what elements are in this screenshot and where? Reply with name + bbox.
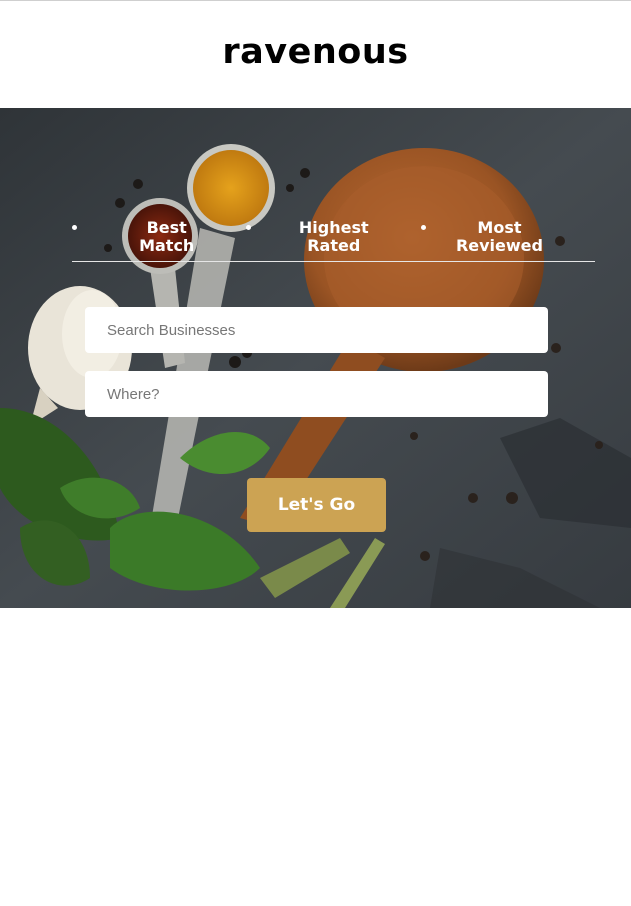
list-bullet [420, 225, 426, 230]
sort-option-most-reviewed[interactable]: Most Reviewed [420, 217, 595, 261]
sort-option-label: Best Match [139, 218, 195, 255]
sort-option-best-match[interactable]: Best Match [72, 217, 246, 261]
brand-title: ravenous [222, 31, 409, 72]
lets-go-button[interactable]: Let's Go [247, 478, 386, 532]
list-bullet [246, 225, 252, 230]
hero-background-image [0, 108, 631, 608]
search-hero: Best Match Highest Rated Most Reviewed L… [0, 108, 631, 608]
sort-option-label: Highest Rated [298, 218, 369, 255]
search-businesses-input[interactable] [85, 307, 548, 353]
sort-option-highest-rated[interactable]: Highest Rated [246, 217, 420, 261]
location-input[interactable] [85, 371, 548, 417]
sort-option-label: Most Reviewed [455, 218, 543, 255]
app-header: ravenous [0, 1, 631, 108]
sort-options-bar: Best Match Highest Rated Most Reviewed [72, 217, 595, 262]
list-bullet [72, 225, 77, 230]
